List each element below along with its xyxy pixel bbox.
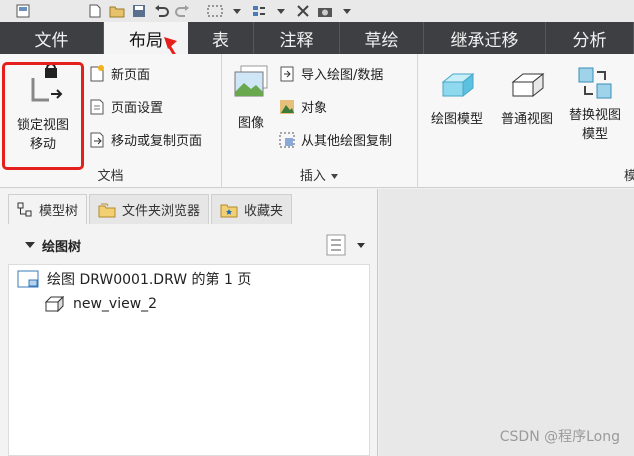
drawing-models-button[interactable]: 绘图模型 <box>424 68 490 129</box>
redo-icon[interactable] <box>174 3 192 19</box>
new-page-icon <box>90 64 104 81</box>
page-setup-button[interactable]: 页面设置 <box>88 97 163 116</box>
screenshot-icon[interactable] <box>316 3 334 19</box>
tab-favorites[interactable]: 收藏夹 <box>211 194 293 224</box>
watermark: CSDN @程序Long <box>499 429 620 445</box>
chevron-down-icon[interactable] <box>272 3 290 19</box>
copy-from-other-drawing-button[interactable]: 从其他绘图复制 <box>278 130 392 149</box>
move-copy-page-button[interactable]: 移动或复制页面 <box>88 130 202 149</box>
tree-settings-icon[interactable] <box>326 234 346 256</box>
chevron-down-icon[interactable] <box>338 3 356 19</box>
group-label-model-views: 模型 <box>623 169 634 184</box>
page-setup-icon <box>90 99 104 114</box>
replace-view-model-button[interactable]: 替换视图 模型 <box>562 64 628 144</box>
save-icon[interactable] <box>130 3 148 19</box>
object-label: 对象 <box>301 101 328 116</box>
app-icon[interactable] <box>14 3 32 19</box>
quick-access-toolbar <box>0 0 634 22</box>
tree-item-view[interactable]: new_view_2 <box>43 295 157 313</box>
panel-tabs: 模型树 文件夹浏览器 收藏夹 <box>8 194 293 224</box>
tree-item-label: new_view_2 <box>73 296 158 312</box>
tab-sketch[interactable]: 草绘 <box>340 22 424 54</box>
image-label: 图像 <box>237 116 264 131</box>
new-file-icon[interactable] <box>86 3 104 19</box>
object-icon <box>280 99 294 114</box>
copy-from-drawing-icon <box>279 132 295 147</box>
navigator-panel: 模型树 文件夹浏览器 收藏夹 绘图树 绘图 DRW0001.DRW 的第 1 页… <box>0 189 378 456</box>
group-insert: 图像 导入绘图/数据 对象 从其他绘图复制 插入 <box>222 54 418 188</box>
move-copy-page-icon <box>90 132 104 147</box>
drawing-sheet-icon <box>17 270 39 288</box>
import-icon <box>280 66 294 81</box>
copy-from-other-drawing-label: 从其他绘图复制 <box>301 134 393 149</box>
tab-model-tree-label: 模型树 <box>39 204 79 219</box>
image-icon <box>234 65 268 97</box>
page-setup-label: 页面设置 <box>111 101 164 116</box>
group-model-views: 绘图模型 普通视图 替换视图 模型 模型 <box>418 54 634 188</box>
tab-folder-browser-label: 文件夹浏览器 <box>122 204 201 219</box>
tree-item-drawing-sheet[interactable]: 绘图 DRW0001.DRW 的第 1 页 <box>17 269 251 289</box>
chevron-down-icon <box>331 174 339 179</box>
tree-item-label: 绘图 DRW0001.DRW 的第 1 页 <box>47 272 252 288</box>
object-button[interactable]: 对象 <box>278 97 327 116</box>
chevron-down-icon[interactable] <box>356 240 366 250</box>
tab-model-tree[interactable]: 模型树 <box>8 194 88 224</box>
favorites-icon <box>220 204 238 217</box>
general-view-button[interactable]: 普通视图 <box>494 68 560 129</box>
graphics-area[interactable] <box>379 189 634 456</box>
replace-view-icon <box>578 67 612 99</box>
image-button[interactable]: 图像 <box>228 64 274 133</box>
folder-icon <box>98 203 116 217</box>
replace-view-label: 替换视图 模型 <box>568 108 621 142</box>
tab-file[interactable]: 文件 <box>0 22 104 54</box>
new-page-label: 新页面 <box>111 68 151 83</box>
tab-table[interactable]: 表 <box>188 22 254 54</box>
tree-title: 绘图树 <box>42 239 82 255</box>
drawing-models-label: 绘图模型 <box>430 112 483 127</box>
general-view-icon <box>511 72 545 98</box>
ribbon-tabs: 文件 布局 表 注释 草绘 继承迁移 分析 <box>0 22 634 54</box>
view-icon <box>44 295 65 313</box>
move-copy-page-label: 移动或复制页面 <box>111 134 203 149</box>
drawing-tree: 绘图 DRW0001.DRW 的第 1 页 new_view_2 <box>8 264 370 456</box>
tab-analysis[interactable]: 分析 <box>546 22 634 54</box>
drawing-model-icon <box>441 72 475 98</box>
undo-icon[interactable] <box>152 3 170 19</box>
tab-annotate[interactable]: 注释 <box>254 22 340 54</box>
ribbon: 锁定视图 移动 新页面 页面设置 移动或复制页面 文档 图像 导入绘图/数据 对… <box>0 54 634 188</box>
import-drawing-data-button[interactable]: 导入绘图/数据 <box>278 64 383 83</box>
close-window-icon[interactable] <box>294 3 312 19</box>
group-label-insert[interactable]: 插入 <box>222 165 417 184</box>
window-select-icon[interactable] <box>206 3 224 19</box>
import-drawing-data-label: 导入绘图/数据 <box>301 68 384 83</box>
tree-header: 绘图树 <box>8 229 370 261</box>
new-page-button[interactable]: 新页面 <box>88 64 150 83</box>
chevron-down-icon[interactable] <box>228 3 246 19</box>
open-folder-icon[interactable] <box>108 3 126 19</box>
model-tree-icon <box>17 202 32 216</box>
general-view-label: 普通视图 <box>500 112 553 127</box>
tab-folder-browser[interactable]: 文件夹浏览器 <box>89 194 210 224</box>
collapse-icon[interactable] <box>24 239 36 251</box>
highlight-box <box>2 62 84 170</box>
tab-legacy-migration[interactable]: 继承迁移 <box>424 22 546 54</box>
regenerate-icon[interactable] <box>250 3 268 19</box>
tab-favorites-label: 收藏夹 <box>244 204 284 219</box>
